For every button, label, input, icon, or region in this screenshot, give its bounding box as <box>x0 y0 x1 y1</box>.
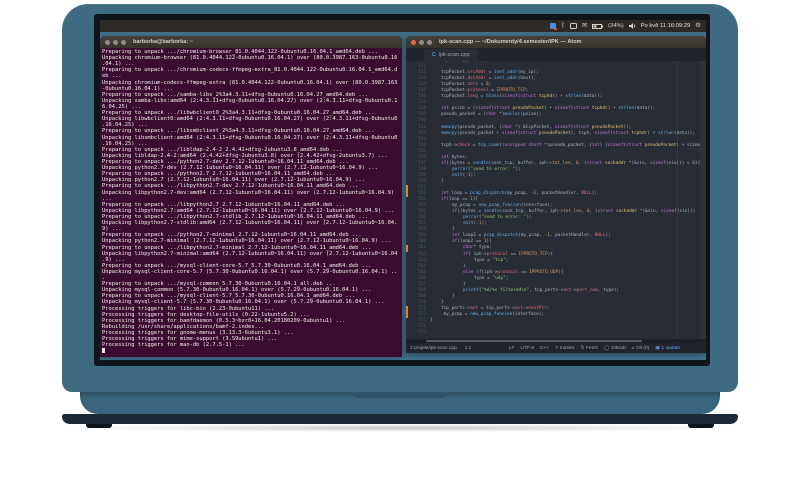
mail-icon[interactable]: ✉ <box>582 22 587 29</box>
terminal-line: Unpacking mysql-client-5.7 (5.7.30-0ubun… <box>102 299 385 306</box>
terminal-titlebar[interactable]: barborka@barborka: ~ <box>100 36 402 48</box>
bluetooth-icon[interactable]: ᛒ <box>561 22 565 29</box>
clock[interactable]: Po kvě 11 16:09:29 <box>641 23 691 29</box>
editor-scrollbar[interactable] <box>700 61 706 339</box>
status-item-fetch[interactable]: ↻ Fetch <box>580 346 598 351</box>
laptop-shadow <box>58 424 742 432</box>
terminal-cursor <box>102 348 106 354</box>
battery-percentage: (34%) <box>608 23 624 29</box>
close-icon[interactable] <box>105 39 110 45</box>
session-gear-icon[interactable]: ⚙ <box>695 22 701 29</box>
maximize-icon[interactable] <box>427 39 432 45</box>
fetch-icon: ↻ <box>580 345 585 351</box>
status-item-1-update[interactable]: ▣ 1 update <box>655 346 680 351</box>
tab-ipk-scan[interactable]: C ipk-scan.cpp <box>424 49 478 61</box>
atom-title: ipk-scan.cpp — ~/Dokumenty/4.semester/IP… <box>439 39 582 45</box>
wrap-guide <box>677 61 678 339</box>
atom-code-lines: 530tcph->urg_ptr = 0;531532tcpPacket.src… <box>406 61 706 336</box>
terminal-line: Unpacking libpython2.7-dev:amd64 (2.7.12… <box>102 189 395 196</box>
terminal-line: Unpacking libpython2.7-minimal:amd64 (2.… <box>102 250 398 257</box>
terminal-line: Preparing to unpack .../libsmbclient_2%3… <box>102 128 375 135</box>
status-item-lf[interactable]: LF <box>509 346 515 351</box>
line-number[interactable]: 575 <box>406 330 430 336</box>
terminal-line: Unpacking samba-libs:amd64 (2:4.3.11+dfs… <box>102 97 398 104</box>
atom-tabbar: C ipk-scan.cpp <box>406 48 706 61</box>
terminal-line: Preparing to unpack .../samba-libs_2%3a4… <box>102 91 369 98</box>
status-file-path[interactable]: 2.projekt/ipk-scan.cpp <box>410 346 457 351</box>
git-icon: ± <box>631 345 635 351</box>
terminal-line: Unpacking libsmbclient:amd64 (2:4.3.11+d… <box>102 134 398 141</box>
status-item-c-[interactable]: C++ <box>540 346 549 351</box>
terminal-line: Processing triggers for man-db (2.7.5-1)… <box>102 342 245 349</box>
battery-icon[interactable] <box>592 23 604 29</box>
status-cursor-position[interactable]: 1:1 <box>465 346 472 351</box>
horizontal-scrollbar[interactable] <box>406 339 706 343</box>
terminal-line: Unpacking python2.7-minimal (2.7.12-1ubu… <box>102 238 391 245</box>
keyboard-indicator-icon[interactable] <box>569 23 577 29</box>
laptop-base-edge <box>62 414 738 424</box>
minimize-icon[interactable] <box>419 39 424 45</box>
atom-editor[interactable]: 530tcph->urg_ptr = 0;531532tcpPacket.src… <box>406 61 706 339</box>
close-icon[interactable] <box>411 39 416 45</box>
terminal-line: Preparing to unpack .../libpython2.7-min… <box>102 244 372 251</box>
menubar: ᛒ ✉ (34%) Po kvě 11 16:09:29 ⚙ <box>100 20 706 32</box>
system-tray: ᛒ ✉ (34%) Po kvě 11 16:09:29 ⚙ <box>549 20 701 32</box>
code-line: 575 <box>406 330 706 336</box>
github-icon: ◯ <box>603 345 610 351</box>
cpp-file-icon: C <box>432 52 436 58</box>
code-line: 544 tcph->check = tcp_csum((unsigned shor… <box>406 143 706 149</box>
status-item-utf-8[interactable]: UTF-8 <box>520 346 534 351</box>
terminal-line: Preparing to unpack .../chromium-codecs-… <box>102 67 398 74</box>
terminal-line: Preparing to unpack .../libpython2.7-dev… <box>102 183 359 190</box>
laptop-hinge-notch <box>352 392 448 398</box>
desktop: ᛒ ✉ (34%) Po kvě 11 16:09:29 ⚙ barborka@… <box>100 20 706 360</box>
terminal-line: Unpacking chromium-codecs-ffmpeg-extra (… <box>102 79 398 86</box>
atom-window: ipk-scan.cpp — ~/Dokumenty/4.semester/IP… <box>406 36 706 353</box>
status-item-git-0-[interactable]: ± Git (0) <box>632 346 649 351</box>
update-icon: ▣ <box>655 345 660 351</box>
branch-icon: Y <box>555 345 559 351</box>
terminal-title: barborka@barborka: ~ <box>133 39 194 45</box>
status-right: LF UTF-8 C++ Ymaster ↻ Fetch ◯ GitHub ± Git (0) ▣ 1… <box>509 346 680 351</box>
terminal-body[interactable]: Preparing to unpack .../chromium-browser… <box>100 48 402 357</box>
status-item-github[interactable]: ◯ GitHub <box>604 346 626 351</box>
code-line: 542 memcpy(pseudo_packet + sizeof(struct … <box>406 131 706 137</box>
tab-label: ipk-scan.cpp <box>438 52 470 58</box>
page: ᛒ ✉ (34%) Po kvě 11 16:09:29 ⚙ barborka@… <box>0 0 800 477</box>
terminal-line: Unpacking chromium-browser (81.0.4044.12… <box>102 55 398 62</box>
atom-titlebar[interactable]: ipk-scan.cpp — ~/Dokumenty/4.semester/IP… <box>406 36 706 48</box>
app-indicator-icon[interactable] <box>549 23 557 30</box>
maximize-icon[interactable] <box>121 39 126 45</box>
terminal-line: Unpacking libpython2.7-stdlib:amd64 (2.7… <box>102 220 398 227</box>
terminal-window: barborka@barborka: ~ Preparing to unpack… <box>100 36 402 357</box>
status-item-master[interactable]: Ymaster <box>555 346 574 351</box>
terminal-line: Unpacking mysql-client-core-5.7 (5.7.30-… <box>102 268 398 275</box>
volume-icon[interactable] <box>628 23 636 29</box>
minimize-icon[interactable] <box>113 39 118 45</box>
atom-statusbar: 2.projekt/ipk-scan.cpp 1:1 LF UTF-8 C++ Yma… <box>406 343 706 353</box>
